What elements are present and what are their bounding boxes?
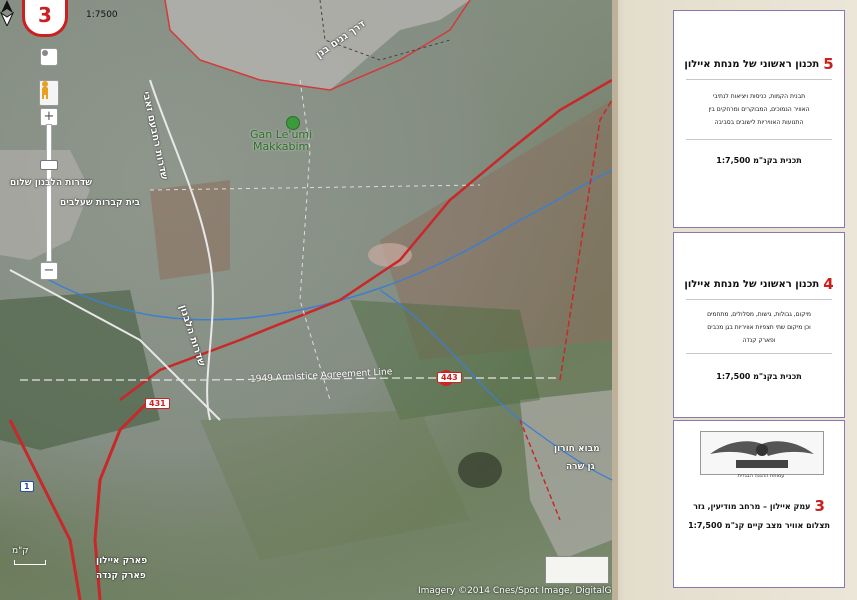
green-fields-center <box>350 300 540 420</box>
side-panel: 5 תכנון ראשוני של מנחת איילון תבנית הקמו… <box>612 0 857 600</box>
kanada-park-label: פארק קנדה <box>96 571 146 581</box>
pegman-icon <box>42 81 48 99</box>
reservoir <box>458 452 502 488</box>
card5-desc-line-2: האוויר הנמוכים, המבוקרים ומרחקים בין <box>708 106 810 113</box>
page-number-badge: 3 <box>22 0 68 37</box>
aerial-map[interactable]: 3 1:7500 + − Gan Le'umi Makkabim דרך גני… <box>0 0 612 600</box>
card4-description: מיקום, גבולות, גישות, מסלולים, מתחמים וכ… <box>674 308 844 347</box>
pan-icon <box>42 50 48 56</box>
scale-bar-line <box>14 560 46 565</box>
logo-caption: עמותת ההגנה הבגדית <box>737 473 785 479</box>
card3-line2: תצלום אוויר מצב קיים קנ"מ 1:7,500 <box>688 521 830 530</box>
card-plan-3: עמותת ההגנה הבגדית 3 עמק איילון – מרחב מ… <box>673 420 845 588</box>
card3-title-line-row: 3 עמק איילון – מרחב מודיעין, גזר <box>674 497 844 515</box>
gan-sheba-label: גן שרה <box>566 462 595 472</box>
field-parcel <box>150 180 230 280</box>
card4-title: תכנון ראשוני של מנחת איילון <box>684 278 820 290</box>
zoom-slider-track[interactable] <box>46 124 52 262</box>
street-label-levanon-2: שדרות הלבנון שלום <box>10 178 93 188</box>
card5-desc-line-1: תבנית הקמות, כניסות ויציאות לנתיבי <box>712 93 806 100</box>
north-arrow-icon <box>0 0 14 26</box>
card4-number: 4 <box>823 275 834 293</box>
card5-title: תכנון ראשוני של מנחת איילון <box>684 58 820 70</box>
card4-desc-line-3: ופארק קנדה <box>742 337 776 344</box>
card5-number: 5 <box>823 55 834 73</box>
card3-title-row: 3 עמק איילון – מרחב מודיעין, גזר תצלום א… <box>674 497 844 530</box>
card5-description: תבנית הקמות, כניסות ויציאות לנתיבי האווי… <box>674 90 844 129</box>
scale-bar: ק"מ <box>12 546 52 582</box>
map-legend <box>545 556 609 584</box>
mevo-horon-label: מבוא חורון <box>554 444 600 454</box>
kiryat-sheba-label: בית קברות שעלבים <box>60 198 140 208</box>
imagery-credit: Imagery ©2014 Cnes/Spot Image, DigitalG <box>418 586 612 596</box>
scale-bar-unit: ק"מ <box>12 546 29 556</box>
map-scale-label: 1:7500 <box>86 10 118 20</box>
pan-control[interactable] <box>40 48 58 66</box>
organization-logo <box>700 431 824 475</box>
card5-desc-line-3: התנועות האוויריות לישובים בסביבה <box>714 119 804 126</box>
card3-number: 3 <box>814 497 825 515</box>
card-plan-4: 4 תכנון ראשוני של מנחת איילון מיקום, גבו… <box>673 232 845 418</box>
urban-area-east <box>520 390 612 560</box>
street-view-pegman[interactable] <box>39 80 59 106</box>
card5-scale: תכנית בקנ"מ 1:7,500 <box>716 156 802 165</box>
dark-fields-west <box>0 290 160 450</box>
panel-edge <box>612 0 618 600</box>
card3-line1: עמק איילון – מרחב מודיעין, גזר <box>693 501 811 511</box>
road-shield-443: 443 <box>437 372 462 383</box>
map-overlay <box>0 0 612 600</box>
road-shield-1: 1 <box>20 481 34 492</box>
zoom-out-button[interactable]: − <box>40 262 58 280</box>
fields-south <box>200 410 470 560</box>
card4-scale: תכנית בקנ"מ 1:7,500 <box>716 372 802 381</box>
winged-emblem-icon <box>710 441 814 468</box>
card4-desc-line-1: מיקום, גבולות, גישות, מסלולים, מתחמים <box>707 311 811 318</box>
card-plan-5: 5 תכנון ראשוני של מנחת איילון תבנית הקמו… <box>673 10 845 228</box>
card4-title-row: 4 תכנון ראשוני של מנחת איילון <box>674 275 844 293</box>
card5-title-row: 5 תכנון ראשוני של מנחת איילון <box>674 55 844 73</box>
park-name-line2: Makkabim <box>252 140 310 153</box>
zoom-slider-handle[interactable] <box>40 160 58 170</box>
road-shield-431: 431 <box>145 398 170 409</box>
card4-desc-line-2: וכן מיקום שתי תצפיות אוויריות בגן מכבים <box>707 324 811 331</box>
ayalon-park-label: פארק איילון <box>96 556 148 566</box>
park-label[interactable]: Gan Le'umi Makkabim <box>250 129 312 153</box>
